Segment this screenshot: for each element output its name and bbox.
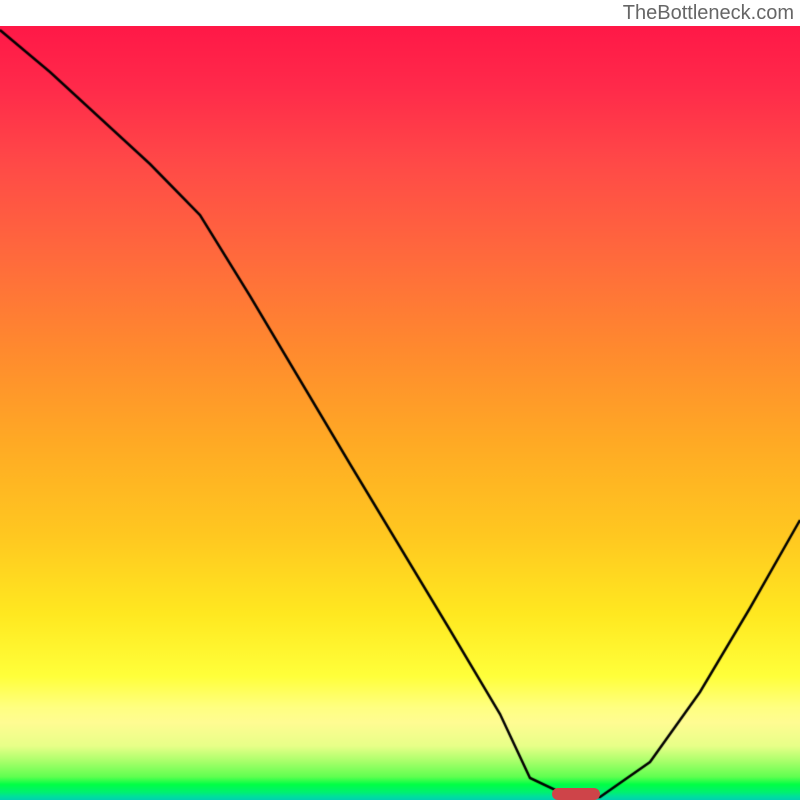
chart-line xyxy=(0,26,800,800)
chart-area xyxy=(0,26,800,800)
optimal-marker xyxy=(552,788,600,800)
watermark-text: TheBottleneck.com xyxy=(623,2,794,25)
